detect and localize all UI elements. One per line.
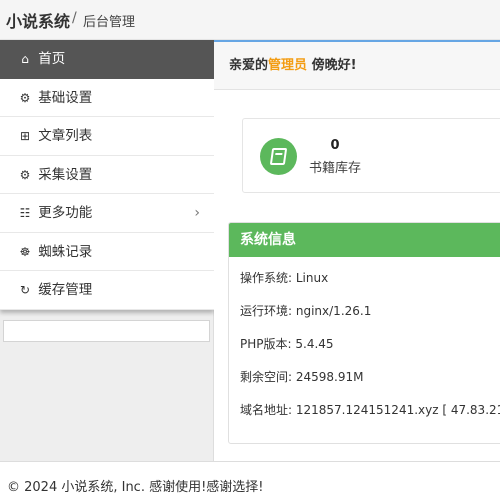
system-info-panel: 系统信息 操作系统: Linux 运行环境: nginx/1.26.1 PHP版…: [228, 222, 500, 444]
info-label: PHP版本:: [240, 337, 292, 351]
cogs-icon: ⚙: [19, 167, 31, 182]
sidebar-item-spider-log[interactable]: ☸ 蜘蛛记录: [0, 233, 214, 271]
sidebar-item-label: 采集设置: [38, 166, 93, 183]
home-icon: ⌂: [21, 52, 29, 66]
main-content: 亲爱的管理员 傍晚好! 0 书籍库存 系统信息 操作系统: Linux 运行环境…: [214, 40, 500, 461]
stat-card-books: 0 书籍库存: [242, 118, 500, 193]
greeting-bar: 亲爱的管理员 傍晚好!: [214, 40, 500, 90]
book-icon: [260, 138, 297, 175]
chevron-right-icon: ›: [194, 205, 200, 221]
info-value: nginx/1.26.1: [295, 304, 372, 318]
info-value: 121857.124151241.xyz [ 47.83.213.47: [295, 403, 500, 417]
info-row-server: 运行环境: nginx/1.26.1: [240, 302, 371, 319]
greeting-prefix: 亲爱的: [229, 58, 269, 73]
info-label: 操作系统:: [240, 271, 293, 285]
brand-title[interactable]: 小说系统: [6, 8, 70, 32]
sidebar-item-label: 更多功能: [38, 205, 93, 221]
info-row-domain: 域名地址: 121857.124151241.xyz [ 47.83.213.4…: [240, 401, 500, 418]
brand-separator: /: [72, 10, 77, 26]
info-row-os: 操作系统: Linux: [240, 269, 328, 286]
info-value: 5.4.45: [295, 337, 334, 351]
sidebar-item-label: 首页: [38, 51, 66, 67]
sidebar-search-input[interactable]: [3, 320, 210, 342]
sidebar-menu: ⌂ 首页 ⚙ 基础设置 ⊞ 文章列表 ⚙ 采集设置 ☷ 更多功能 › ☸ 蜘蛛记…: [0, 40, 214, 310]
stat-label: 书籍库存: [309, 161, 362, 176]
sidebar-item-more-features[interactable]: ☷ 更多功能 ›: [0, 194, 214, 233]
sidebar-item-article-list[interactable]: ⊞ 文章列表: [0, 117, 214, 156]
sidebar-item-label: 缓存管理: [38, 282, 93, 298]
top-header: 小说系统 / 后台管理: [0, 0, 500, 40]
sidebar: ⌂ 首页 ⚙ 基础设置 ⊞ 文章列表 ⚙ 采集设置 ☷ 更多功能 › ☸ 蜘蛛记…: [0, 40, 214, 461]
greeting-role: 管理员: [268, 58, 308, 73]
info-row-disk: 剩余空间: 24598.91M: [240, 368, 364, 385]
sidebar-item-label: 基础设置: [38, 89, 93, 106]
info-label: 域名地址:: [240, 403, 293, 417]
sidebar-item-label: 文章列表: [38, 128, 93, 144]
info-label: 运行环境:: [240, 304, 293, 318]
info-value: 24598.91M: [295, 370, 364, 384]
sidebar-item-cache-manage[interactable]: ↻ 缓存管理: [0, 271, 214, 310]
greeting-suffix: 傍晚好!: [311, 58, 357, 73]
panel-title: 系统信息: [229, 223, 500, 257]
brand-subtitle: 后台管理: [83, 15, 136, 30]
footer: © 2024 小说系统, Inc. 感谢使用!感谢选择!: [0, 461, 500, 500]
info-row-php: PHP版本: 5.4.45: [240, 335, 334, 352]
sidebar-item-collect-settings[interactable]: ⚙ 采集设置: [0, 156, 214, 194]
info-value: Linux: [295, 271, 329, 285]
stat-value: 0: [330, 138, 340, 153]
refresh-icon: ↻: [19, 283, 31, 297]
sidebar-item-basic-settings[interactable]: ⚙ 基础设置: [0, 79, 214, 117]
table-icon: ⊞: [19, 129, 31, 143]
sitemap-icon: ☷: [19, 206, 31, 220]
bug-icon: ☸: [19, 244, 31, 259]
gear-icon: ⚙: [19, 90, 31, 105]
sidebar-item-label: 蜘蛛记录: [38, 243, 93, 260]
footer-text: © 2024 小说系统, Inc. 感谢使用!感谢选择!: [7, 480, 264, 495]
sidebar-item-home[interactable]: ⌂ 首页: [0, 40, 214, 79]
info-label: 剩余空间:: [240, 370, 293, 384]
